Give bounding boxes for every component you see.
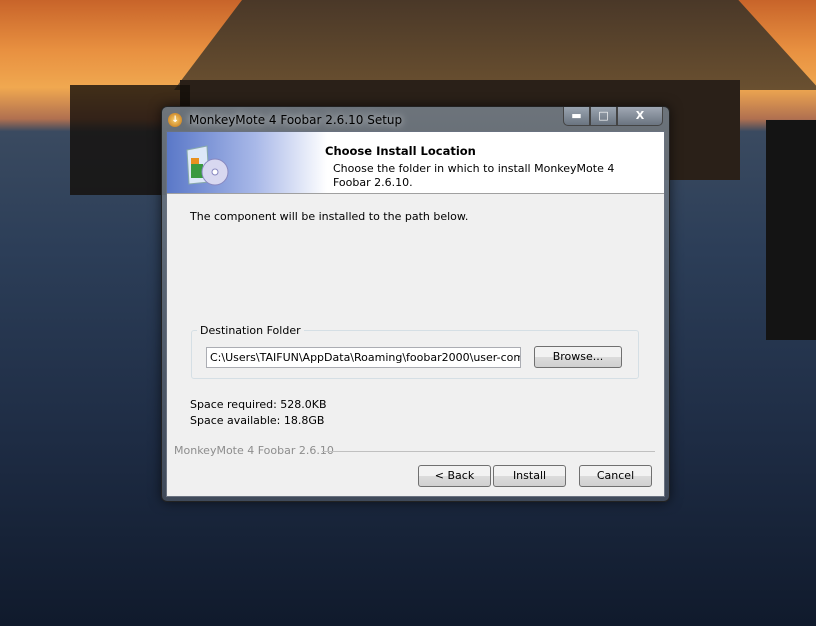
cancel-button[interactable]: Cancel — [579, 465, 652, 487]
window-title: MonkeyMote 4 Foobar 2.6.10 Setup — [189, 113, 403, 127]
dialog-client: Choose Install Location Choose the folde… — [166, 131, 665, 497]
header-panel: Choose Install Location Choose the folde… — [167, 132, 664, 194]
installer-icon: ↓ — [168, 113, 182, 127]
branding-text: MonkeyMote 4 Foobar 2.6.10 — [174, 444, 334, 457]
space-available: Space available: 18.8GB — [190, 414, 325, 427]
setup-window: ↓ MonkeyMote 4 Foobar 2.6.10 Setup ▬ □ X… — [161, 106, 670, 502]
software-box-cd-icon — [186, 145, 229, 186]
back-button[interactable]: < Back — [418, 465, 491, 487]
page-description: Choose the folder in which to install Mo… — [333, 162, 615, 189]
destination-path-input[interactable]: C:\Users\TAIFUN\AppData\Roaming\foobar20… — [206, 347, 521, 368]
space-required: Space required: 528.0KB — [190, 398, 327, 411]
intro-text: The component will be installed to the p… — [190, 210, 469, 223]
page-title: Choose Install Location — [325, 144, 476, 158]
destination-folder-label: Destination Folder — [197, 324, 304, 337]
wallpaper-hut-roof — [174, 0, 816, 90]
branding-divider — [322, 451, 655, 452]
minimize-button[interactable]: ▬ — [563, 107, 590, 126]
install-button[interactable]: Install — [493, 465, 566, 487]
wallpaper-post — [766, 120, 816, 340]
close-button[interactable]: X — [617, 107, 663, 126]
browse-button[interactable]: Browse... — [534, 346, 622, 368]
maximize-button[interactable]: □ — [590, 107, 617, 126]
